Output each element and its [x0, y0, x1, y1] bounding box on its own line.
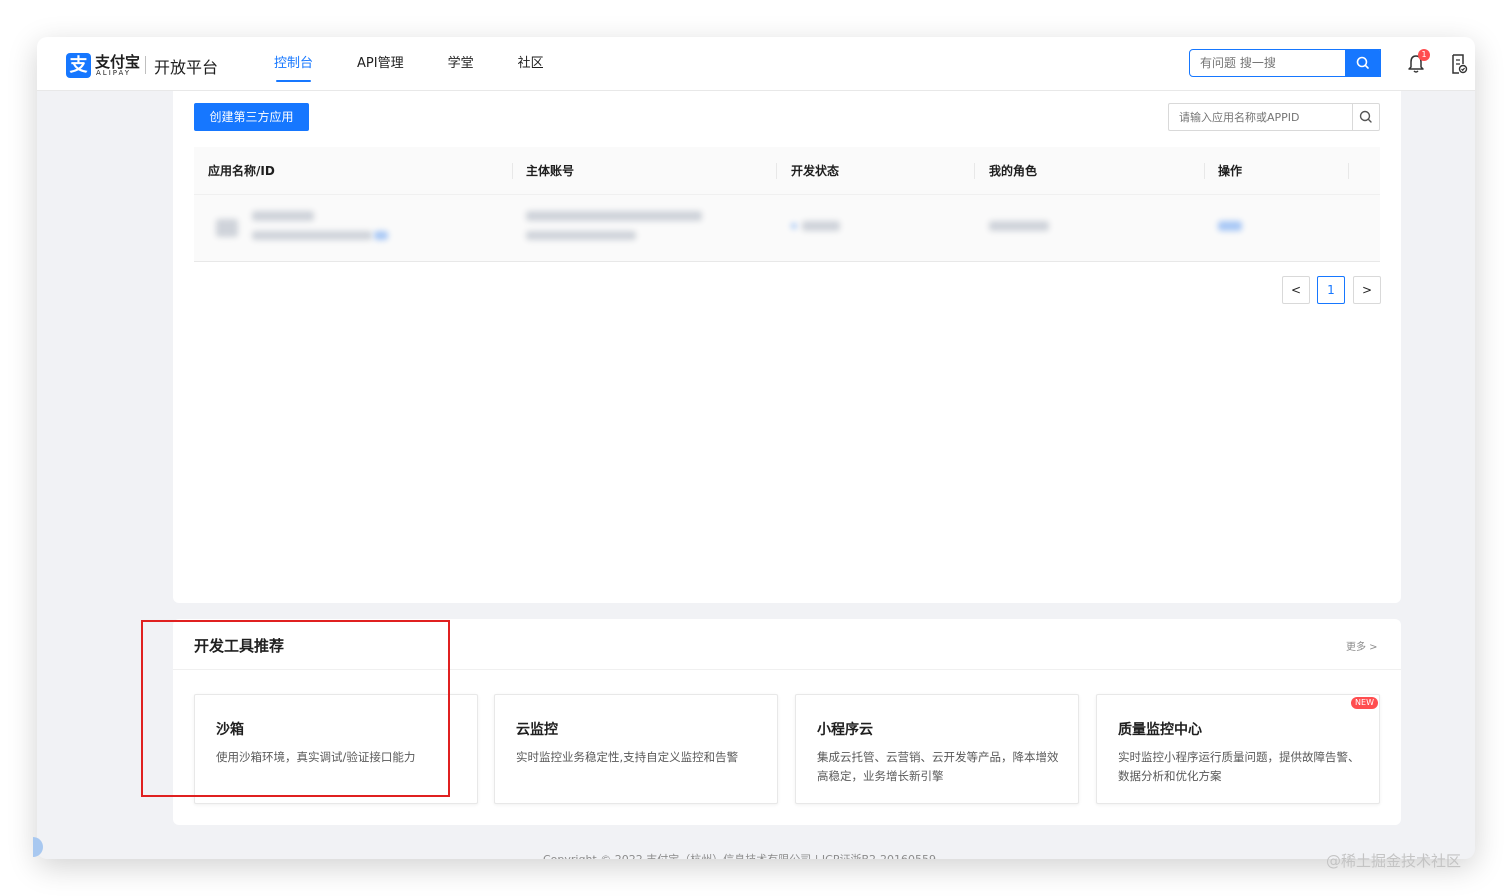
app-list-card: 创建第三方应用 应用名称/ID 主体账号 开发状态 我的角色 操作 [173, 91, 1401, 603]
tool-name: 质量监控中心 [1118, 722, 1202, 738]
column-divider [776, 163, 777, 179]
alipay-logo-icon[interactable]: 支 [66, 53, 91, 78]
column-divider [974, 163, 975, 179]
logo-divider [145, 56, 146, 74]
tool-description: 使用沙箱环境，真实调试/验证接口能力 [216, 750, 416, 764]
status-text-blurred [802, 221, 840, 231]
pagination-next[interactable]: > [1353, 276, 1381, 304]
table-header: 应用名称/ID 主体账号 开发状态 我的角色 操作 [194, 147, 1380, 195]
new-badge: NEW [1351, 697, 1378, 709]
column-account: 主体账号 [526, 164, 575, 178]
tool-description: 实时监控小程序运行质量问题，提供故障告警、数据分析和优化方案 [1118, 750, 1360, 783]
search-icon [1356, 56, 1369, 69]
account-name-blurred [526, 211, 702, 221]
app-id-blurred [252, 231, 372, 240]
app-avatar-blurred [216, 219, 238, 237]
tool-name: 小程序云 [817, 722, 873, 738]
column-divider [1348, 163, 1349, 179]
dev-tools-title: 开发工具推荐 [194, 637, 285, 655]
nav-console[interactable]: 控制台 [274, 37, 313, 91]
top-header: 支 支付宝 ALIPAY 开放平台 控制台 API管理 学堂 社区 1 [37, 37, 1475, 91]
app-search-button[interactable] [1352, 103, 1380, 131]
tool-description: 实时监控业务稳定性,支持自定义监控和告警 [516, 750, 739, 764]
column-my-role: 我的角色 [989, 164, 1038, 178]
platform-title: 开放平台 [154, 58, 219, 77]
column-dev-status: 开发状态 [791, 164, 840, 178]
nav-academy[interactable]: 学堂 [448, 37, 474, 91]
global-search-button[interactable] [1345, 49, 1381, 77]
column-app-name: 应用名称/ID [208, 164, 275, 178]
tool-card-quality-monitor[interactable]: NEW 质量监控中心 实时监控小程序运行质量问题，提供故障告警、数据分析和优化方… [1096, 694, 1380, 804]
pagination-prev[interactable]: < [1282, 276, 1310, 304]
account-email-blurred [526, 231, 636, 240]
document-icon[interactable] [1450, 53, 1468, 75]
tool-card-cloud-monitor[interactable]: 云监控 实时监控业务稳定性,支持自定义监控和告警 [494, 694, 778, 804]
status-dot-blurred [791, 223, 797, 229]
column-divider [512, 163, 513, 179]
copy-link-blurred[interactable] [374, 231, 388, 240]
tool-name: 沙箱 [216, 722, 244, 738]
dev-tools-card: 开发工具推荐 更多 > 沙箱 使用沙箱环境，真实调试/验证接口能力 云监控 实时… [173, 619, 1401, 825]
more-tools-link[interactable]: 更多 > [1346, 638, 1378, 653]
column-divider [1204, 163, 1205, 179]
tool-description: 集成云托管、云营销、云开发等产品，降本增效高稳定，业务增长新引擎 [817, 750, 1059, 783]
tool-card-miniprogram-cloud[interactable]: 小程序云 集成云托管、云营销、云开发等产品，降本增效高稳定，业务增长新引擎 [795, 694, 1079, 804]
tool-card-sandbox[interactable]: 沙箱 使用沙箱环境，真实调试/验证接口能力 [194, 694, 478, 804]
create-third-party-app-button[interactable]: 创建第三方应用 [194, 103, 309, 131]
notification-badge: 1 [1418, 49, 1430, 61]
search-icon [1359, 110, 1372, 123]
tool-name: 云监控 [516, 722, 558, 738]
column-actions: 操作 [1218, 164, 1243, 178]
app-search-input[interactable] [1168, 103, 1352, 131]
main-nav: 控制台 API管理 学堂 社区 [274, 37, 588, 91]
nav-api-management[interactable]: API管理 [357, 37, 404, 91]
app-name-blurred [252, 211, 314, 221]
footer-copyright: Copyright © 2022 支付宝（杭州）信息技术有限公司 | ICP证浙… [543, 851, 936, 859]
divider [173, 669, 1401, 670]
watermark: @稀土掘金技术社区 [1326, 852, 1462, 870]
role-text-blurred [989, 221, 1049, 231]
pagination-page-1[interactable]: 1 [1317, 276, 1345, 304]
browser-window: 支 支付宝 ALIPAY 开放平台 控制台 API管理 学堂 社区 1 [37, 37, 1475, 859]
action-link-blurred[interactable] [1218, 221, 1242, 231]
table-row[interactable] [194, 195, 1380, 262]
nav-community[interactable]: 社区 [518, 37, 544, 91]
logo-subtext: ALIPAY [96, 69, 132, 77]
